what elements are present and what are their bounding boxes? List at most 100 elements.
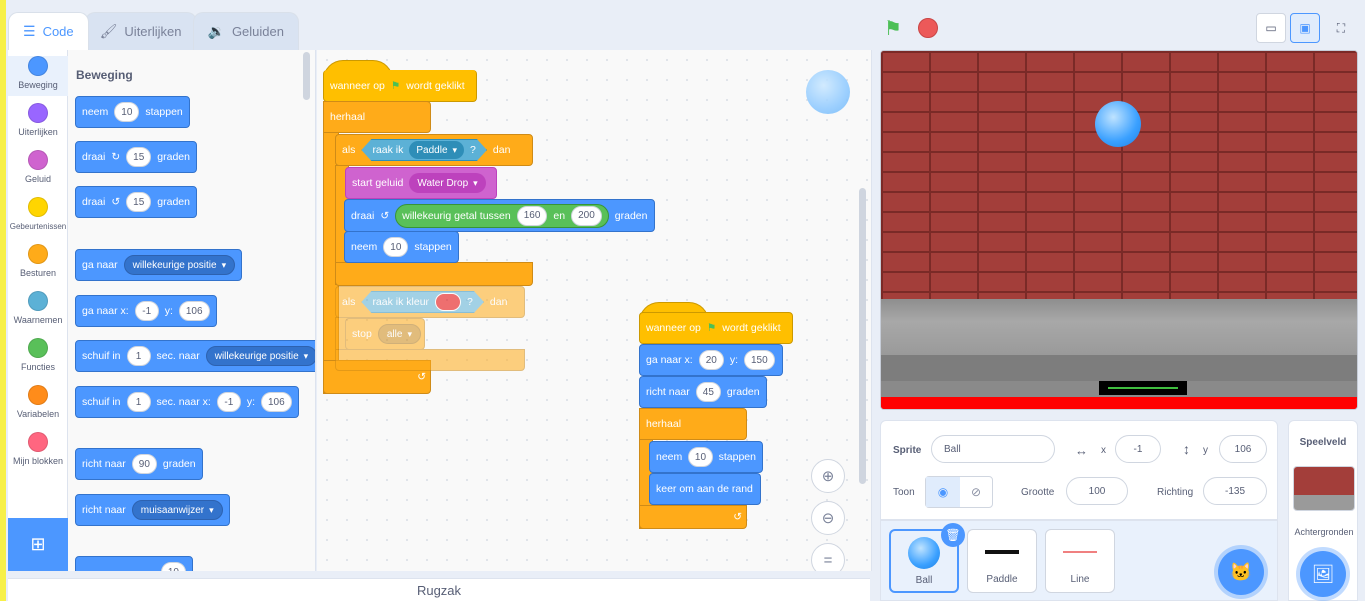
block-input[interactable]: -1 — [134, 301, 159, 321]
block-input[interactable]: 106 — [260, 392, 292, 412]
script2-forever[interactable]: herhaal — [639, 408, 747, 440]
block-dropdown[interactable]: willekeurige positie — [123, 255, 236, 275]
goto-xy-block[interactable]: ga naar x: 20 y: 150 — [639, 344, 783, 376]
x-field[interactable]: -1 — [1115, 435, 1161, 463]
block-input[interactable]: 10 — [160, 562, 186, 571]
block-goto-xy[interactable]: ga naar x: -1 y: 106 — [75, 295, 217, 327]
block-input[interactable]: 1 — [126, 346, 151, 366]
size-value: 100 — [1088, 485, 1106, 497]
block-glide-xy[interactable]: schuif in 1 sec. naar x: -1 y: 106 — [75, 386, 299, 418]
block-input[interactable]: 15 — [126, 147, 152, 167]
large-stage-button[interactable]: ▣ — [1290, 13, 1320, 43]
block-partial[interactable]: 10 — [75, 556, 193, 571]
block-input[interactable]: -1 — [216, 392, 241, 412]
block-input[interactable]: 150 — [744, 350, 775, 370]
tab-costumes[interactable]: 🖌 Uiterlijken — [84, 12, 197, 50]
block-point-towards[interactable]: richt naar muisaanwijzer — [75, 494, 230, 526]
block-text: richt naar — [82, 458, 126, 470]
script2-when-flag-clicked[interactable]: wanneer op ⚑ wordt geklikt — [639, 312, 793, 344]
tab-sounds[interactable]: 🔉 Geluiden — [192, 12, 299, 50]
move-steps-block[interactable]: neem 10 stappen — [344, 231, 459, 263]
block-input[interactable]: 10 — [688, 447, 713, 467]
category-myblocks[interactable]: Mijn blokken — [8, 432, 68, 466]
sprite-name-field[interactable]: Ball — [931, 435, 1055, 463]
block-input[interactable]: 10 — [114, 102, 140, 122]
block-turn-right[interactable]: draai ↻ 15 graden — [75, 141, 197, 173]
add-extension-button[interactable]: ⊞ — [8, 518, 68, 571]
choose-backdrop-button[interactable]: 🖼 — [1300, 551, 1346, 597]
category-operators[interactable]: Functies — [8, 338, 68, 372]
block-input[interactable]: 90 — [131, 454, 157, 474]
category-control[interactable]: Besturen — [8, 244, 68, 278]
block-text: raak ik kleur — [372, 296, 430, 308]
left-edge-strip — [0, 0, 6, 601]
block-dropdown[interactable]: muisaanwijzer — [131, 500, 223, 520]
block-dropdown[interactable]: willekeurige positie — [205, 346, 315, 366]
start-sound-block[interactable]: start geluid Water Drop — [345, 167, 497, 199]
small-stage-button[interactable]: ▭ — [1256, 13, 1286, 43]
block-input[interactable]: 106 — [178, 301, 210, 321]
category-variables[interactable]: Variabelen — [8, 385, 68, 419]
stop-button[interactable] — [918, 18, 938, 38]
sprite-tile-paddle[interactable]: Paddle — [967, 529, 1037, 593]
paddle-sprite[interactable] — [1099, 381, 1187, 395]
direction-field[interactable]: -135 — [1203, 477, 1267, 505]
category-sound[interactable]: Geluid — [8, 150, 68, 184]
zoom-reset-button[interactable]: = — [811, 543, 845, 571]
block-goto[interactable]: ga naar willekeurige positie — [75, 249, 243, 281]
category-events[interactable]: Gebeurtenissen — [8, 197, 68, 231]
backpack-bar[interactable]: Rugzak — [8, 578, 870, 601]
point-direction-block[interactable]: richt naar 45 graden — [639, 376, 767, 408]
tab-code[interactable]: ☰ Code — [8, 12, 89, 50]
block-input[interactable]: 45 — [695, 382, 721, 402]
block-input[interactable]: 10 — [383, 237, 409, 257]
block-move-steps[interactable]: neem 10 stappen — [75, 96, 190, 128]
script1-forever[interactable]: herhaal — [323, 101, 431, 133]
stage-canvas[interactable] — [880, 50, 1358, 410]
block-glide-to[interactable]: schuif in 1 sec. naar willekeurige posit… — [75, 340, 315, 372]
green-flag-button[interactable]: ⚑ — [884, 16, 902, 41]
code-workspace[interactable]: wanneer op ⚑ wordt geklikt herhaal ↺ als… — [317, 50, 872, 571]
stage-target-panel[interactable]: Speelveld Achtergronden 🖼 — [1288, 420, 1358, 601]
turn-random-block[interactable]: draai ↺ willekeurig getal tussen 160 en … — [344, 199, 655, 232]
touching-color-condition[interactable]: raak ik kleur ? — [361, 291, 483, 313]
touching-paddle-condition[interactable]: raak ik Paddle ? — [361, 139, 486, 161]
hide-button[interactable]: ⊘ — [960, 477, 992, 507]
block-input[interactable]: 160 — [516, 205, 548, 226]
variables-dot-icon — [28, 385, 48, 405]
block-input[interactable]: 200 — [571, 205, 602, 226]
pick-random-operator[interactable]: willekeurig getal tussen 160 en 200 — [395, 203, 609, 228]
if-touching-color[interactable]: als raak ik kleur ? dan — [335, 286, 525, 318]
size-field[interactable]: 100 — [1066, 477, 1128, 505]
sound-dropdown[interactable]: Water Drop — [409, 173, 486, 193]
block-text: ga naar x: — [82, 305, 129, 317]
zoom-out-button[interactable]: ⊖ — [811, 501, 845, 535]
category-motion[interactable]: Beweging — [8, 56, 68, 96]
sprite-tile-line[interactable]: Line — [1045, 529, 1115, 593]
workspace-scrollbar[interactable] — [859, 188, 866, 484]
stop-all-block[interactable]: stop alle — [345, 318, 425, 350]
choose-sprite-button[interactable]: 🐱 — [1218, 549, 1264, 595]
block-input[interactable]: 15 — [126, 192, 152, 212]
sprite-tile-ball[interactable]: Ball 🗑 — [889, 523, 965, 593]
script1-when-flag-clicked[interactable]: wanneer op ⚑ wordt geklikt — [323, 70, 477, 102]
block-turn-left[interactable]: draai ↺ 15 graden — [75, 186, 197, 218]
show-button[interactable]: ◉ — [926, 477, 960, 507]
if-touching-paddle[interactable]: als raak ik Paddle ? dan — [335, 134, 533, 166]
block-input[interactable]: 20 — [698, 350, 724, 370]
palette-scrollbar[interactable] — [303, 52, 310, 100]
zoom-in-button[interactable]: ⊕ — [811, 459, 845, 493]
bounce-edge-block[interactable]: keer om aan de rand — [649, 473, 761, 505]
touching-dropdown[interactable]: Paddle — [409, 141, 464, 159]
stop-dropdown[interactable]: alle — [377, 324, 421, 344]
category-sensing[interactable]: Waarnemen — [8, 291, 68, 325]
y-field[interactable]: 106 — [1219, 435, 1267, 463]
color-swatch[interactable] — [435, 293, 461, 311]
block-point-direction[interactable]: richt naar 90 graden — [75, 448, 203, 480]
block-input[interactable]: 1 — [126, 392, 151, 412]
move-steps-block-2[interactable]: neem 10 stappen — [649, 441, 763, 473]
category-looks[interactable]: Uiterlijken — [8, 103, 68, 137]
fullscreen-button[interactable]: ⛶ — [1326, 13, 1356, 43]
delete-sprite-button[interactable]: 🗑 — [941, 523, 965, 547]
ball-sprite[interactable] — [1095, 101, 1141, 147]
